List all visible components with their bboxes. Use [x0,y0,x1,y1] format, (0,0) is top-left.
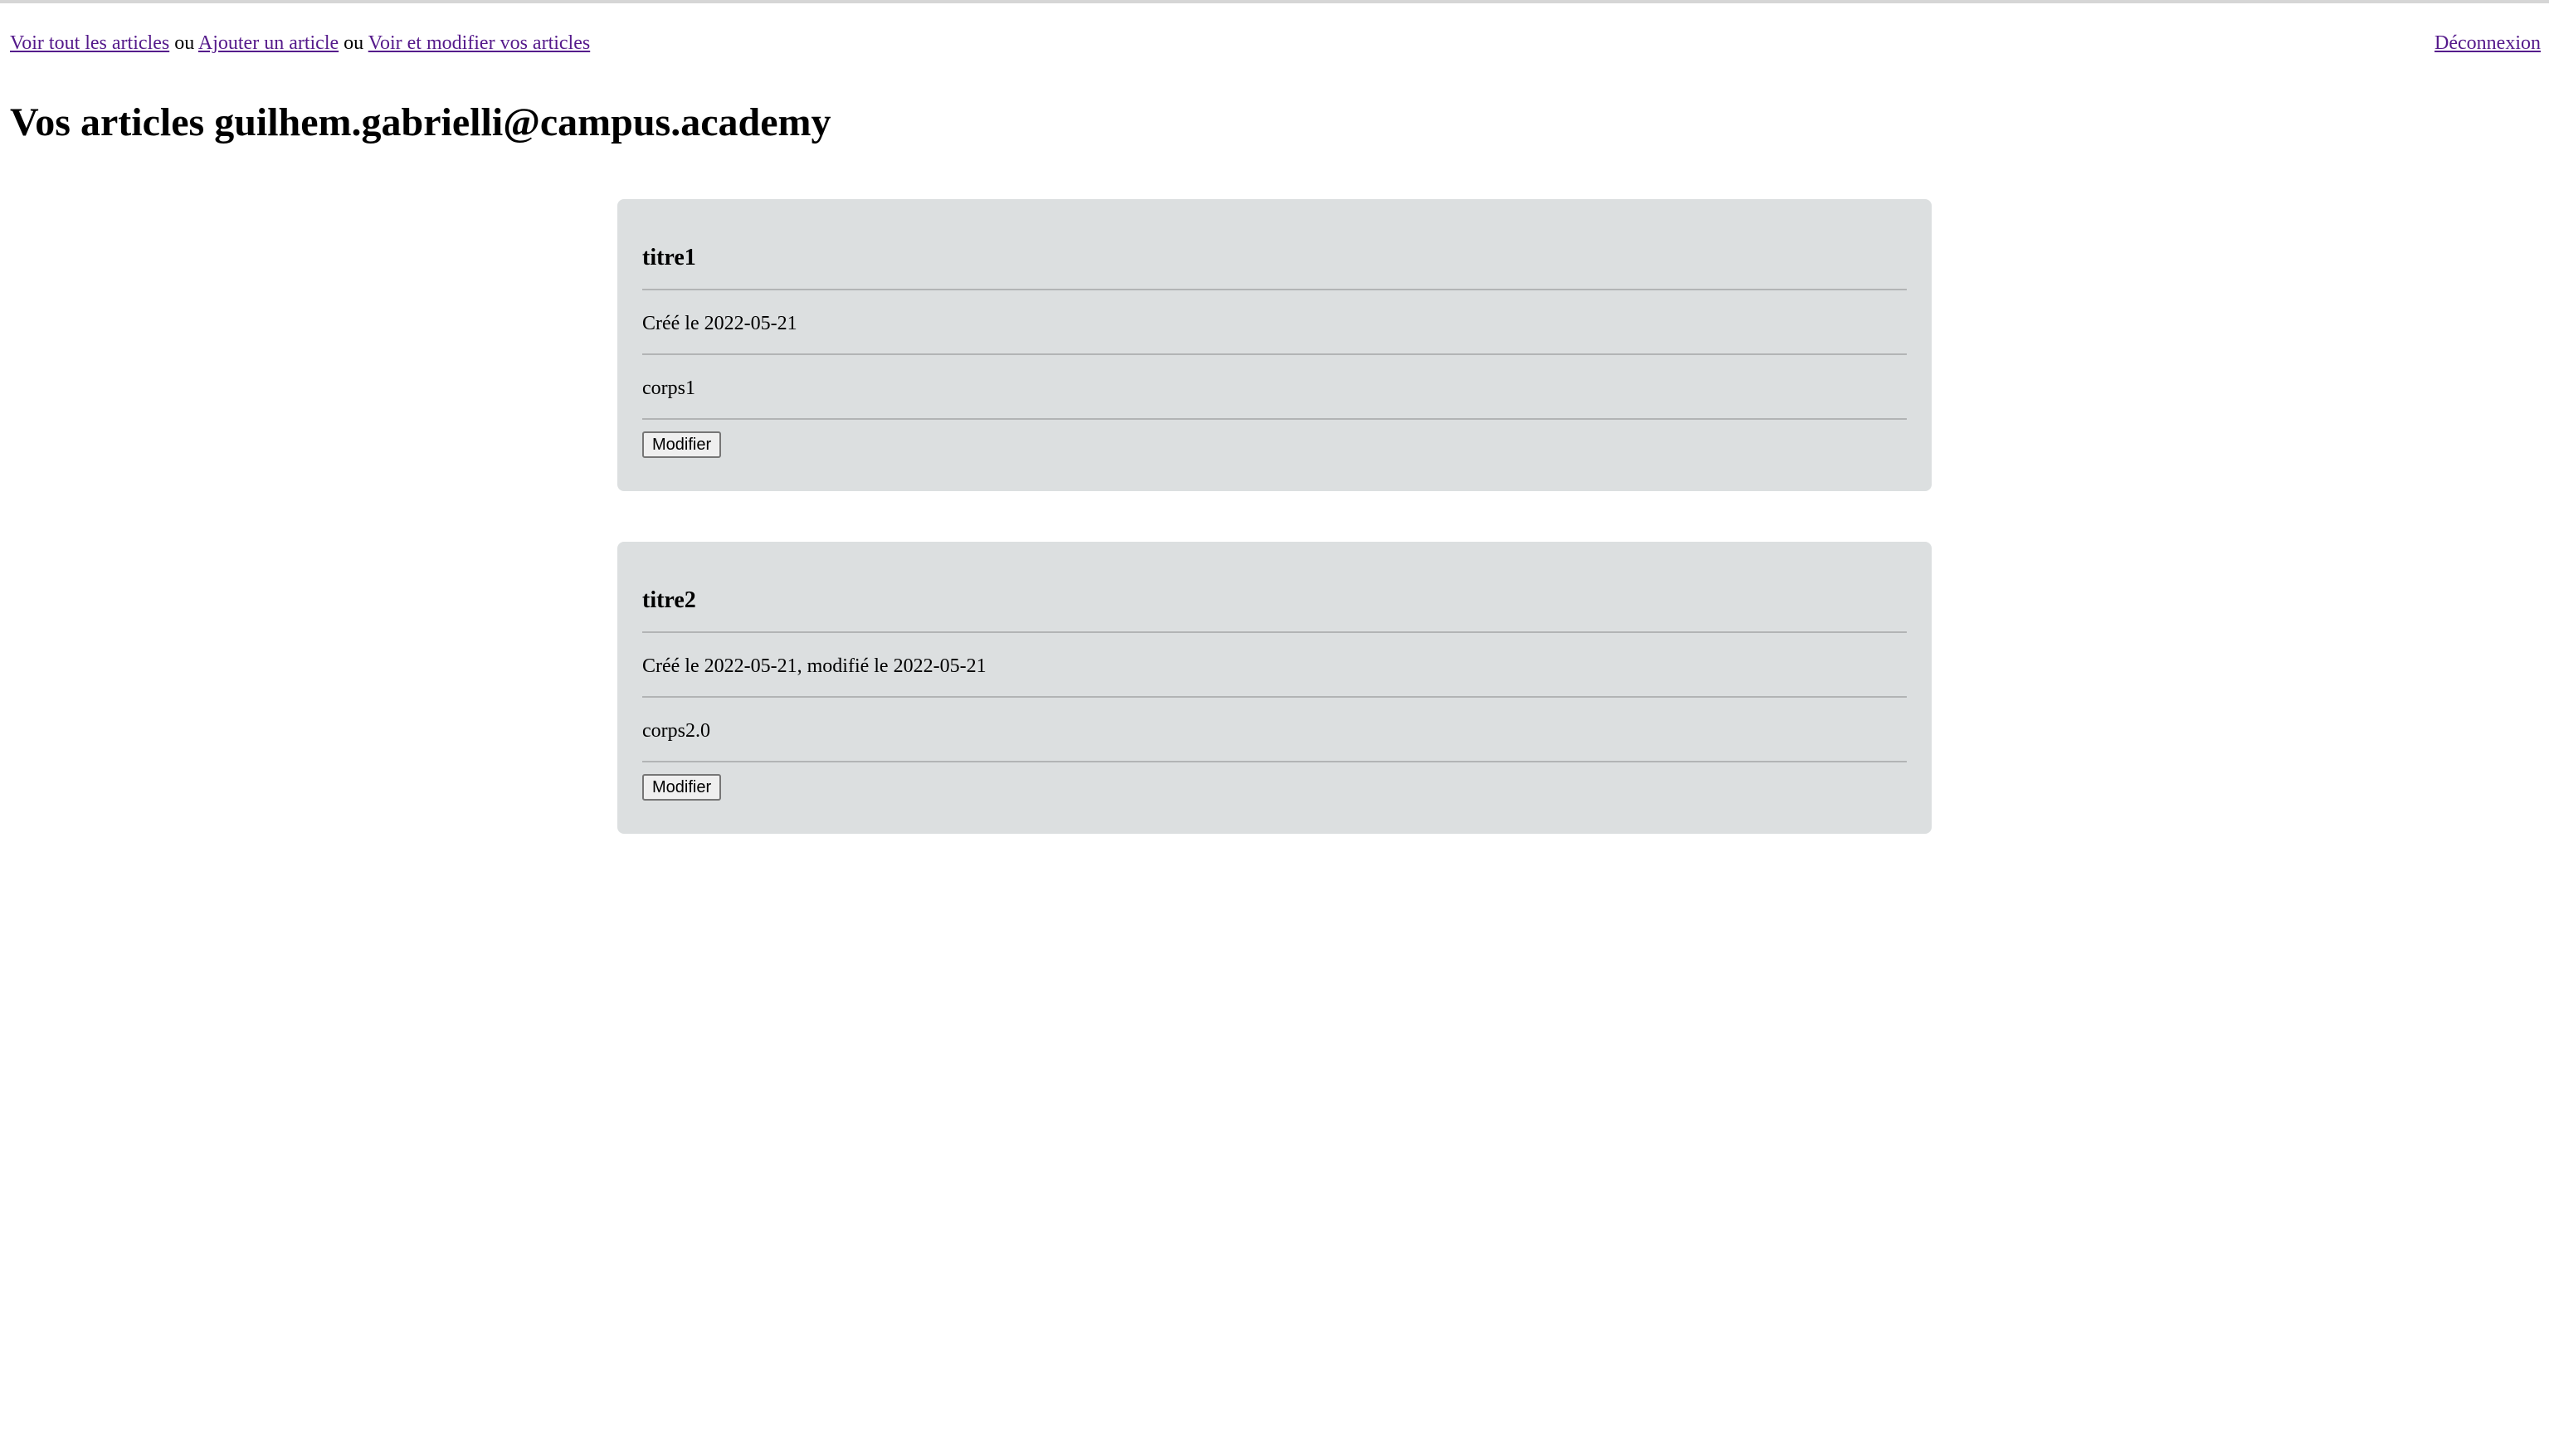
nav-link-add-article[interactable]: Ajouter un article [198,32,339,54]
top-navigation: Voir tout les articles ou Ajouter un art… [10,30,590,56]
article-dates: Créé le 2022-05-21 [642,290,1907,355]
nav-link-all-articles[interactable]: Voir tout les articles [10,32,169,54]
article-actions: Modifier [642,762,1907,801]
modify-button[interactable]: Modifier [642,774,722,801]
article-dates: Créé le 2022-05-21, modifié le 2022-05-2… [642,633,1907,698]
nav-link-my-articles[interactable]: Voir et modifier vos articles [368,32,591,54]
article-actions: Modifier [642,420,1907,458]
article-card: titre1 Créé le 2022-05-21 corps1 Modifie… [617,199,1932,491]
article-body: corps1 [642,355,1907,420]
page-title: Vos articles guilhem.gabrielli@campus.ac… [10,100,831,144]
article-body: corps2.0 [642,698,1907,762]
logout-link[interactable]: Déconnexion [2434,30,2541,56]
article-title: titre2 [642,567,1907,633]
article-title: titre1 [642,224,1907,290]
article-card: titre2 Créé le 2022-05-21, modifié le 20… [617,542,1932,834]
modify-button[interactable]: Modifier [642,431,722,458]
article-list: titre1 Créé le 2022-05-21 corps1 Modifie… [617,199,1932,884]
top-border [0,0,2549,3]
nav-separator: ou [344,32,364,54]
nav-separator: ou [174,32,195,54]
